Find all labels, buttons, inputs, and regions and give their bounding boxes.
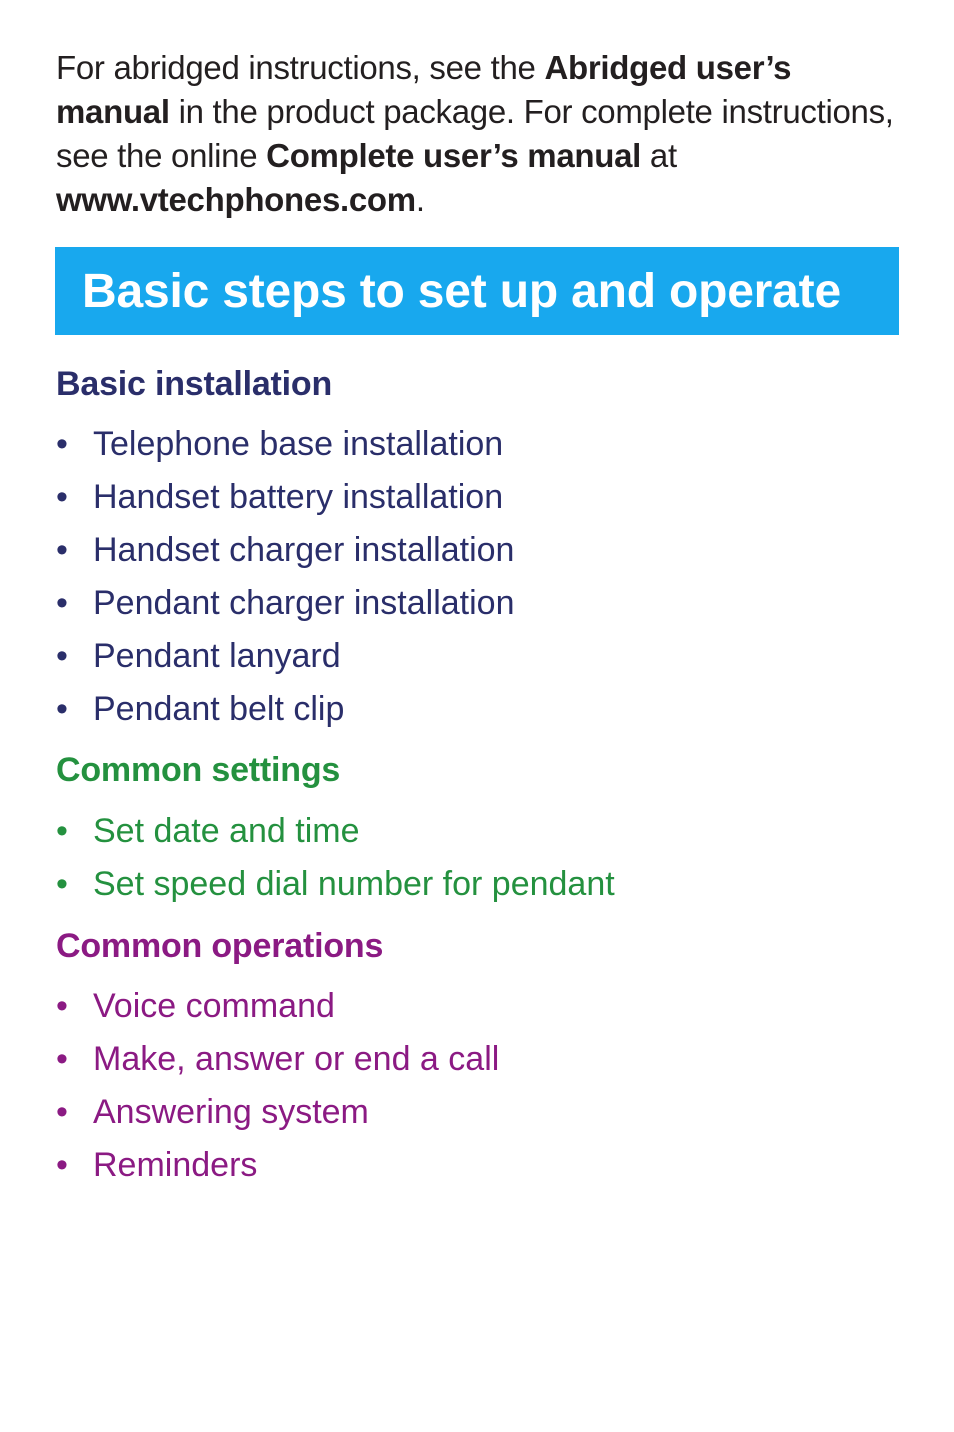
- list-item: • Pendant lanyard: [56, 630, 515, 683]
- intro-paragraph: For abridged instructions, see the Abrid…: [56, 46, 906, 222]
- bullet-icon: •: [56, 1093, 68, 1131]
- bullet-icon: •: [56, 531, 68, 569]
- list-item-label: Answering system: [93, 1093, 369, 1131]
- list-item: • Pendant belt clip: [56, 683, 515, 736]
- list-item-label: Handset battery installation: [93, 478, 504, 516]
- list-item-label: Set speed dial number for pendant: [93, 865, 615, 903]
- list-item-label: Set date and time: [93, 812, 360, 850]
- list-basic-installation: • Telephone base installation • Handset ba…: [56, 418, 515, 736]
- list-common-settings: • Set date and time • Set speed dial numbe…: [56, 805, 615, 911]
- banner-title: Basic steps to set up and operate: [82, 265, 841, 318]
- list-item-label: Pendant lanyard: [93, 637, 341, 675]
- list-item-label: Handset charger installation: [93, 531, 515, 569]
- bullet-icon: •: [56, 637, 68, 675]
- complete-manual-reference: Complete user’s manual: [266, 137, 642, 174]
- intro-text: .: [415, 181, 425, 218]
- list-item-label: Make, answer or end a call: [93, 1040, 500, 1078]
- intro-text: at: [641, 137, 677, 174]
- bullet-icon: •: [56, 812, 68, 850]
- list-item: • Voice command: [56, 980, 499, 1033]
- heading-basic-installation: Basic installation: [56, 365, 333, 403]
- list-item-label: Voice command: [93, 987, 335, 1025]
- bullet-icon: •: [56, 425, 68, 463]
- bullet-icon: •: [56, 1146, 68, 1184]
- list-item: • Handset battery installation: [56, 471, 515, 524]
- list-item: • Make, answer or end a call: [56, 1033, 499, 1086]
- section-banner: Basic steps to set up and operate: [55, 247, 899, 335]
- list-item-label: Reminders: [93, 1146, 258, 1184]
- heading-common-settings: Common settings: [56, 751, 341, 789]
- bullet-icon: •: [56, 478, 68, 516]
- website-reference: www.vtechphones.com: [56, 181, 416, 218]
- bullet-icon: •: [56, 690, 68, 728]
- list-common-operations: • Voice command • Make, answer or end a ca…: [56, 980, 499, 1192]
- list-item: • Answering system: [56, 1086, 499, 1139]
- list-item: • Set date and time: [56, 805, 615, 858]
- list-item: • Handset charger installation: [56, 524, 515, 577]
- list-item-label: Pendant belt clip: [93, 690, 345, 728]
- bullet-icon: •: [56, 865, 68, 903]
- bullet-icon: •: [56, 584, 68, 622]
- heading-common-operations: Common operations: [56, 927, 384, 965]
- list-item: • Telephone base installation: [56, 418, 515, 471]
- list-item: • Pendant charger installation: [56, 577, 515, 630]
- intro-text: For abridged instructions, see the: [56, 49, 545, 86]
- list-item-label: Pendant charger installation: [93, 584, 515, 622]
- bullet-icon: •: [56, 987, 68, 1025]
- list-item: • Set speed dial number for pendant: [56, 858, 615, 911]
- list-item: • Reminders: [56, 1139, 499, 1192]
- list-item-label: Telephone base installation: [93, 425, 504, 463]
- bullet-icon: •: [56, 1040, 68, 1078]
